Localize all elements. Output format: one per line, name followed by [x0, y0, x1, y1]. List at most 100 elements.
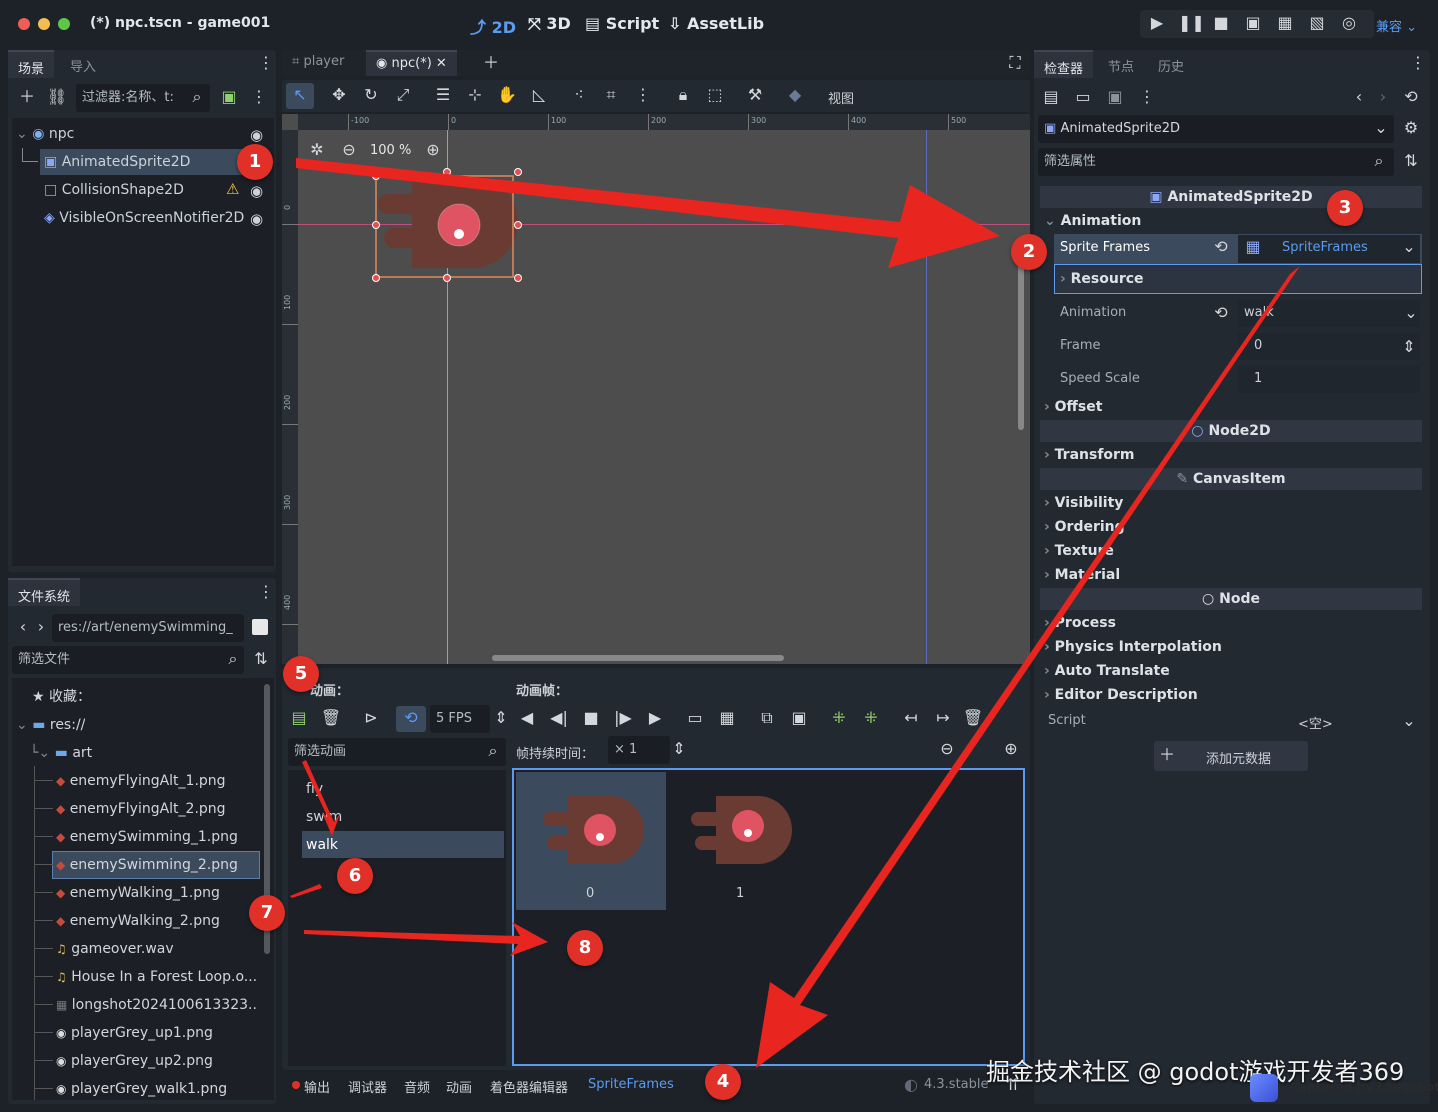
animation-item-walk[interactable]: walk	[306, 837, 338, 853]
sprite-frames-value[interactable]: SpriteFrames	[1282, 240, 1368, 255]
chevron-down-icon[interactable]: ⌄	[1398, 237, 1420, 259]
fullscreen-icon[interactable]: ⛶	[1004, 53, 1026, 75]
play-icon[interactable]: ▶	[1146, 13, 1168, 35]
view-menu[interactable]: 视图	[828, 88, 854, 107]
pause-icon[interactable]: ❚❚	[1178, 13, 1205, 35]
close-tab-icon[interactable]: ✕	[436, 56, 447, 71]
animation-filter-input[interactable]: 筛选动画	[288, 738, 506, 766]
script-value[interactable]: <空>	[1298, 713, 1333, 732]
smart-snap-icon[interactable]: ⁖	[568, 85, 590, 107]
prop-value-2[interactable]: 1	[1254, 364, 1262, 394]
frame-1-thumbnail[interactable]	[686, 792, 796, 868]
file-item[interactable]: ♫ House In a Forest Loop.o...	[56, 963, 256, 991]
section-node-0[interactable]: › Process	[1044, 612, 1116, 634]
load-file-icon[interactable]: ▭	[684, 708, 706, 730]
npc-sprite[interactable]	[370, 166, 530, 286]
history-back-icon[interactable]: ‹	[1348, 87, 1370, 109]
zoom-out-icon[interactable]: ⊖	[936, 739, 958, 761]
tab-inspector[interactable]: 检查器	[1034, 50, 1094, 78]
attach-script-icon[interactable]: ▣	[218, 87, 240, 109]
new-resource-icon[interactable]: ▤	[1040, 87, 1062, 109]
bottom-tab-0[interactable]: 输出	[304, 1077, 330, 1096]
tab-node[interactable]: 节点	[1098, 50, 1144, 78]
section-canvasitem-0[interactable]: › Visibility	[1044, 492, 1123, 514]
animation-item-swim[interactable]: swim	[306, 809, 342, 825]
play-from-start-icon[interactable]: |▶	[612, 708, 634, 730]
warning-icon[interactable]: ⚠	[226, 180, 239, 198]
file-filter-input[interactable]: 筛选文件	[12, 646, 244, 674]
play-custom-icon[interactable]: ▧	[1306, 13, 1328, 35]
zoom-in-icon[interactable]: ⊕	[422, 140, 444, 162]
save-resource-icon[interactable]: ▣	[1104, 87, 1126, 109]
duration-input[interactable]: × 1	[608, 736, 670, 764]
maximize-window-button[interactable]	[58, 18, 70, 30]
node-options-icon[interactable]: ⚙	[1400, 118, 1422, 140]
open-resource-icon[interactable]: ▭	[1072, 87, 1094, 109]
menu-icon[interactable]: ⋮	[248, 87, 270, 109]
stepper-icon[interactable]: ⇕	[490, 708, 512, 730]
visibility-eye-icon[interactable]: ◉	[250, 126, 263, 144]
tab-scene[interactable]: 场景	[8, 50, 55, 78]
autoplay-icon[interactable]: ⊳	[360, 708, 382, 730]
paste-icon[interactable]: ▣	[788, 708, 810, 730]
list-tool-icon[interactable]: ☰	[432, 85, 454, 107]
snap-options-icon[interactable]: ⋮	[632, 85, 654, 107]
file-item[interactable]: ◆ enemyWalking_2.png	[56, 907, 256, 935]
remote-debug-icon[interactable]: ▣	[1242, 13, 1264, 35]
section-canvasitem-2[interactable]: › Texture	[1044, 540, 1114, 562]
section-node-3[interactable]: › Editor Description	[1044, 684, 1198, 706]
pan-tool-icon[interactable]: ✋	[496, 85, 518, 107]
play-backwards-icon[interactable]: ◀|	[548, 708, 570, 730]
bottom-tab-5[interactable]: SpriteFrames	[588, 1077, 674, 1092]
select-tool-icon[interactable]: ↖	[289, 85, 311, 107]
file-item[interactable]: ◆ enemyWalking_1.png	[56, 879, 256, 907]
new-animation-icon[interactable]: ▤	[288, 708, 310, 730]
lock-icon[interactable]: 🔒︎	[672, 85, 694, 107]
stepper-icon[interactable]: ⇕	[1398, 337, 1420, 359]
object-history-icon[interactable]: ⟲	[1400, 87, 1422, 109]
renderer-select[interactable]: 兼容 ⌄	[1376, 16, 1417, 35]
move-right-icon[interactable]: ↦	[932, 708, 954, 730]
insert-after-icon[interactable]: ⁜	[860, 708, 882, 730]
bottom-tab-4[interactable]: 着色器编辑器	[490, 1077, 568, 1096]
more-icon[interactable]: ⋮	[258, 582, 274, 604]
tree-node-collisionshape2d[interactable]: □ CollisionShape2D	[44, 177, 184, 203]
group-icon[interactable]: ⬚	[704, 85, 726, 107]
path-input[interactable]: res://art/enemySwimming_	[52, 614, 244, 642]
sort-icon[interactable]: ⇅	[250, 649, 272, 671]
mode-assetlib-button[interactable]: ⇩ AssetLib	[668, 14, 764, 33]
property-filter-input[interactable]: 筛选属性	[1038, 148, 1394, 176]
minimize-window-button[interactable]	[38, 18, 50, 30]
more-icon[interactable]: ⋮	[1410, 53, 1426, 75]
copy-icon[interactable]: ⧉	[756, 708, 778, 730]
section-offset[interactable]: › Offset	[1044, 396, 1102, 418]
tab-npc[interactable]: ◉ npc(*) ✕	[366, 50, 457, 76]
play-scene-icon[interactable]: ▦	[1274, 13, 1296, 35]
scale-tool-icon[interactable]: ⤢	[392, 85, 414, 107]
add-tab-icon[interactable]: ＋	[480, 53, 502, 75]
bone-icon[interactable]: ⚒	[744, 85, 766, 107]
chevron-down-icon[interactable]: ⌄	[1398, 711, 1420, 733]
file-item[interactable]: ◉ playerGrey_up2.png	[56, 1047, 256, 1075]
revert-icon[interactable]: ⟲	[1210, 303, 1232, 325]
prop-value-field[interactable]	[1238, 333, 1420, 360]
stop-icon[interactable]: ■	[1210, 13, 1232, 35]
section-node-2[interactable]: › Auto Translate	[1044, 660, 1170, 682]
bottom-tab-3[interactable]: 动画	[446, 1077, 472, 1096]
file-item[interactable]: ◆ enemySwimming_2.png	[56, 851, 256, 879]
tab-import[interactable]: 导入	[60, 50, 106, 78]
mode-2d-button[interactable]: ⤴ 2D	[470, 14, 516, 38]
add-node-icon[interactable]: ＋	[16, 87, 38, 109]
center-view-icon[interactable]: ✲	[306, 140, 328, 162]
forward-icon[interactable]: ›	[30, 617, 52, 639]
zoom-level[interactable]: 100 %	[370, 143, 411, 158]
section-canvasitem-1[interactable]: › Ordering	[1044, 516, 1125, 538]
file-item[interactable]: ◆ enemyFlyingAlt_2.png	[56, 795, 256, 823]
stop-animation-icon[interactable]: ■	[580, 708, 602, 730]
mode-3d-button[interactable]: ⤧ 3D	[528, 14, 571, 34]
viewport-hscroll[interactable]	[492, 655, 784, 661]
file-item[interactable]: ◉ playerGrey_up1.png	[56, 1019, 256, 1047]
favorites-item[interactable]: ★ 收藏：	[32, 683, 91, 711]
tab-player[interactable]: ⌗ player	[282, 50, 354, 76]
visibility-eye-icon[interactable]: ◉	[250, 210, 263, 228]
